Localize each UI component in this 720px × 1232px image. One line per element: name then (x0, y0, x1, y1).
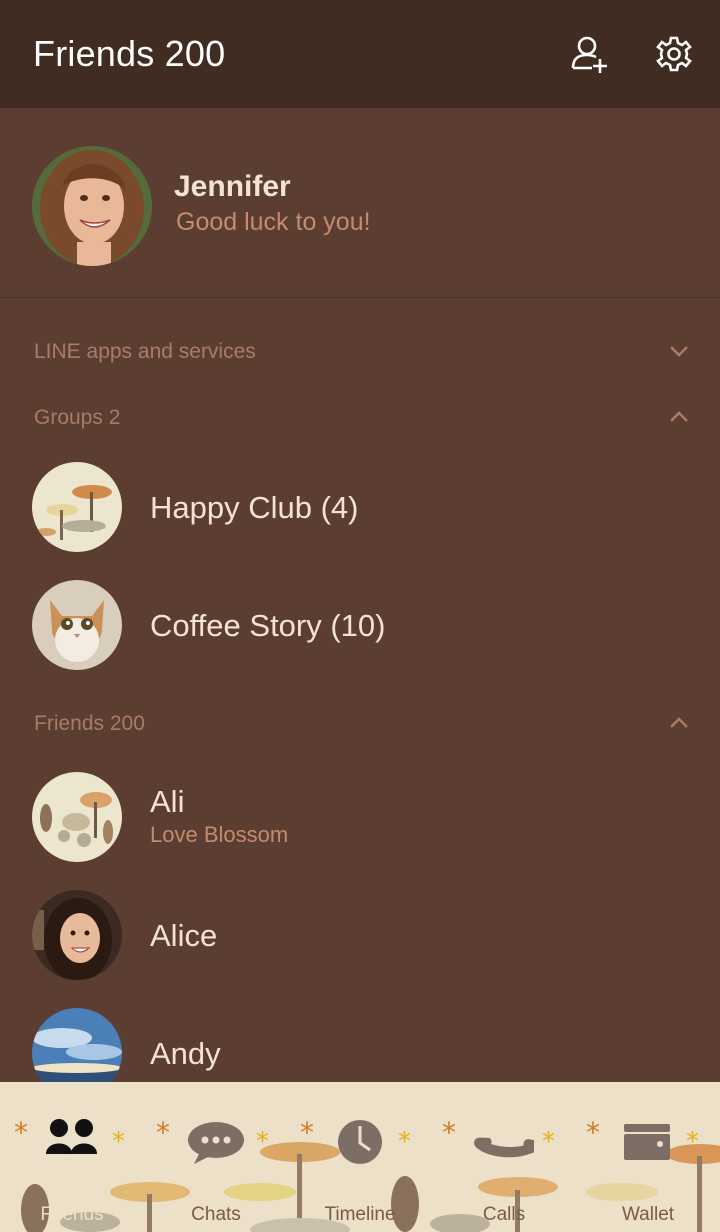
add-friend-icon (571, 36, 607, 73)
group-name: Happy Club (4) (150, 490, 359, 525)
chat-bubble-icon (188, 1122, 244, 1164)
section-label: Friends 200 (34, 712, 145, 735)
wallet-icon (624, 1124, 670, 1160)
tab-timeline[interactable]: Timeline (288, 1082, 432, 1232)
tab-label: Calls (482, 1204, 526, 1225)
page-title: Friends 200 (33, 33, 226, 74)
friend-name: Andy (150, 1036, 221, 1071)
my-profile[interactable]: Jennifer Good luck to you! (0, 108, 720, 298)
section-friends[interactable]: Friends 200 (0, 692, 720, 754)
avatar (32, 890, 122, 980)
clock-icon (338, 1120, 382, 1164)
avatar (32, 772, 122, 862)
group-row-coffee-story[interactable]: Coffee Story (10) (0, 566, 720, 684)
friends-icon (46, 1119, 97, 1154)
profile-name: Jennifer (174, 170, 291, 203)
chevron-down-icon (670, 346, 688, 357)
section-groups[interactable]: Groups 2 (0, 386, 720, 448)
app-header: Friends 200 (0, 0, 720, 108)
gear-icon (656, 36, 692, 72)
group-name: Coffee Story (10) (150, 608, 386, 643)
group-row-happy-club[interactable]: Happy Club (4) (0, 448, 720, 566)
tab-label: Timeline (324, 1204, 396, 1225)
profile-status: Good luck to you! (176, 208, 371, 236)
friend-status: Love Blossom (150, 822, 289, 847)
tab-wallet[interactable]: Wallet (576, 1082, 720, 1232)
friend-name: Ali (150, 784, 185, 819)
add-friend-button[interactable] (566, 30, 614, 78)
chevron-up-icon (670, 717, 688, 728)
friend-row-alice[interactable]: Alice (0, 876, 720, 994)
tab-label: Wallet (621, 1204, 675, 1225)
avatar (32, 462, 122, 552)
section-label: Groups 2 (34, 406, 121, 429)
tab-chats[interactable]: Chats (144, 1082, 288, 1232)
tab-label: Friends (40, 1204, 104, 1225)
phone-icon (474, 1137, 534, 1158)
friend-name: Alice (150, 918, 218, 953)
friend-row-ali[interactable]: Ali Love Blossom (0, 758, 720, 876)
section-line-apps[interactable]: LINE apps and services (0, 320, 720, 382)
tab-friends[interactable]: Friends (0, 1082, 144, 1232)
settings-button[interactable] (650, 30, 698, 78)
section-label: LINE apps and services (34, 340, 256, 363)
avatar (32, 146, 152, 266)
avatar (32, 580, 122, 670)
tab-label: Chats (191, 1204, 241, 1225)
chevron-up-icon (670, 411, 688, 422)
tab-calls[interactable]: Calls (432, 1082, 576, 1232)
bottom-tab-bar: * * * * * * * * * * Friends Chats Timeli… (0, 1082, 720, 1232)
